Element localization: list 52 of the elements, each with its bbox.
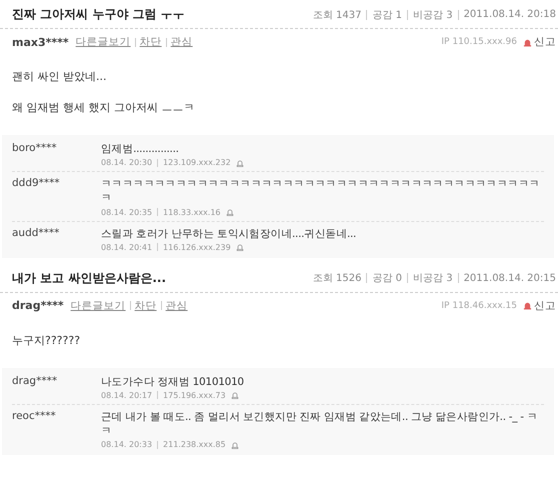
post-text: 괜히 싸인 받았네...: [12, 69, 108, 84]
siren-icon[interactable]: [236, 158, 244, 167]
post-date: 2011.08.14. 20:15: [464, 272, 556, 284]
comment-ip: 118.33.xxx.16: [163, 208, 221, 217]
post-title: 진짜 그아저씨 누구야 그럼 ㅜㅜ: [12, 6, 185, 23]
report-link[interactable]: 신고: [534, 298, 556, 313]
siren-icon[interactable]: [226, 208, 234, 216]
commenter-name: audd****: [12, 226, 60, 241]
dislike-count: 비공감 3: [413, 272, 453, 286]
comment-text: 임제범...............: [101, 142, 180, 156]
author-name: max3****: [12, 36, 69, 48]
comment-ip: 211.238.xxx.85: [163, 440, 226, 450]
ip-address: IP 110.15.xxx.96: [441, 37, 517, 47]
comment-time: 08.14. 20:33: [101, 440, 152, 450]
comment-text: ㅋㅋㅋㅋㅋㅋㅋㅋㅋㅋㅋㅋㅋㅋㅋㅋㅋㅋㅋㅋㅋㅋㅋㅋㅋㅋㅋㅋㅋㅋㅋㅋㅋㅋㅋㅋㅋㅋㅋㅋㅋㅋ: [101, 177, 541, 206]
comment-text: 나도가수다 정재범 10101010: [101, 374, 245, 389]
ip-address: IP 118.46.xxx.15: [441, 300, 517, 311]
comment-ip: 175.196.xxx.73: [163, 390, 226, 400]
like-count: 공감 0: [372, 272, 402, 286]
siren-icon: [523, 38, 532, 46]
author-link[interactable]: 관심: [166, 298, 188, 313]
author-link[interactable]: 차단: [140, 35, 162, 49]
like-count: 공감 1: [372, 8, 402, 22]
author-link[interactable]: 다른글보기: [70, 298, 126, 313]
comment-ip: 116.126.xxx.239: [163, 242, 231, 252]
report-link[interactable]: 신고: [534, 35, 556, 49]
view-count: 조회 1526: [312, 272, 362, 286]
siren-icon: [523, 301, 532, 310]
comment-text: 근데 내가 볼 때도.. 좀 멀리서 보긴했지만 진짜 임재범 같았는데.. 그냥 닮은사람인가.. -_ - ㅋㅋ: [101, 410, 538, 438]
author-link[interactable]: 관심: [170, 35, 193, 49]
commenter-name: ddd9****: [12, 177, 61, 192]
commenter-name: boro****: [12, 142, 58, 156]
author-link[interactable]: 다른글보기: [76, 35, 131, 49]
author-name: drag****: [12, 299, 64, 312]
author-link[interactable]: 차단: [134, 298, 157, 313]
post-text: 왜 임재범 행세 했지 그아저씨 ㅡㅡㅋ: [12, 100, 196, 115]
post-title: 내가 보고 싸인받은사람은...: [12, 270, 166, 287]
siren-icon[interactable]: [230, 440, 239, 449]
dislike-count: 비공감 3: [413, 8, 453, 22]
comment-ip: 123.109.xxx.232: [163, 158, 231, 168]
comment-time: 08.14. 20:30: [101, 158, 152, 168]
siren-icon[interactable]: [236, 243, 244, 252]
commenter-name: reoc****: [12, 410, 57, 424]
siren-icon[interactable]: [230, 391, 239, 400]
comment-time: 08.14. 20:17: [101, 390, 152, 400]
commenter-name: drag****: [12, 374, 58, 389]
comment-text: 스릴과 호러가 난무하는 토익시험장이네....귀신돋네...: [101, 226, 358, 241]
comment-time: 08.14. 20:41: [101, 242, 152, 252]
post-date: 2011.08.14. 20:18: [464, 9, 556, 20]
post-text: 누구지??????: [12, 332, 82, 348]
view-count: 조회 1437: [312, 8, 362, 22]
comment-time: 08.14. 20:35: [101, 208, 152, 217]
